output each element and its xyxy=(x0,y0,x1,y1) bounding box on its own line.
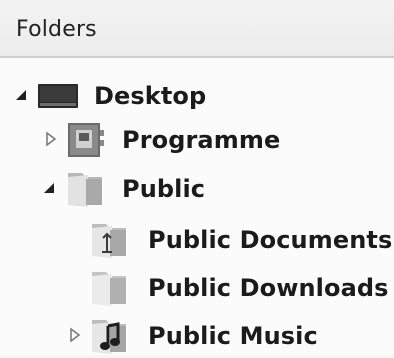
tree-item-public-documents[interactable]: Public Documents xyxy=(0,214,394,262)
programs-folder-icon xyxy=(64,120,108,160)
folders-panel: Folders Desktop Programme Public Public … xyxy=(0,0,394,355)
tree-item-label: Programme xyxy=(122,126,281,154)
tree-item-label: Public Music xyxy=(148,322,318,350)
collapsed-arrow-icon[interactable] xyxy=(42,130,60,148)
tree-item-label: Public xyxy=(122,175,206,203)
panel-title: Folders xyxy=(16,17,97,42)
desktop-icon xyxy=(36,78,80,114)
folders-header: Folders xyxy=(0,0,394,58)
folder-icon xyxy=(64,169,108,209)
tree-item-desktop[interactable]: Desktop xyxy=(0,70,394,118)
documents-folder-icon xyxy=(88,220,132,260)
tree-item-public-downloads[interactable]: Public Downloads xyxy=(0,262,394,310)
tree-item-public[interactable]: Public xyxy=(0,163,394,211)
downloads-folder-icon xyxy=(88,268,132,308)
tree-item-label: Public Downloads xyxy=(148,274,389,302)
tree-item-programme[interactable]: Programme xyxy=(0,114,394,162)
music-folder-icon xyxy=(88,316,132,356)
collapsed-arrow-icon[interactable] xyxy=(66,326,84,344)
expanded-arrow-icon[interactable] xyxy=(40,179,58,197)
tree-item-label: Desktop xyxy=(94,82,207,110)
expanded-arrow-icon[interactable] xyxy=(12,86,30,104)
tree-item-public-music[interactable]: Public Music xyxy=(0,310,394,358)
tree-item-label: Public Documents xyxy=(148,226,393,254)
